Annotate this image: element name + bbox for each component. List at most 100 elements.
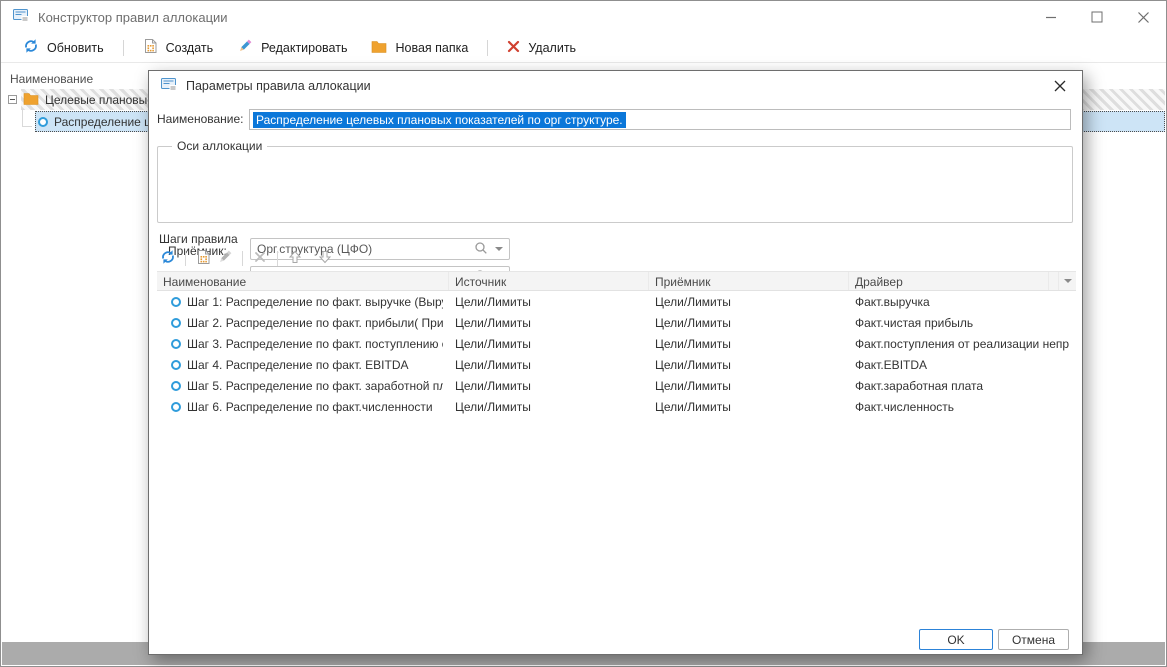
step-receiver: Цели/Лимиты	[649, 400, 849, 414]
name-input-selected-text: Распределение целевых плановых показател…	[253, 112, 626, 128]
folder-label: Целевые плановые п	[45, 93, 164, 107]
step-driver: Факт.поступления от реализации непр	[849, 337, 1076, 351]
table-row[interactable]: Шаг 5. Распределение по факт. заработной…	[157, 375, 1076, 396]
step-name: Шаг 3. Распределение по факт. поступлени…	[187, 337, 443, 351]
step-source: Цели/Лимиты	[449, 316, 649, 330]
step-circle-icon	[171, 297, 181, 307]
column-header-source[interactable]: Источник	[449, 272, 649, 290]
step-circle-icon	[171, 381, 181, 391]
steps-edit-button-disabled[interactable]	[214, 247, 236, 269]
steps-toolbar	[157, 247, 336, 269]
chevron-down-icon[interactable]	[495, 247, 503, 251]
steps-add-button[interactable]	[192, 247, 214, 269]
refresh-button[interactable]: Обновить	[11, 36, 116, 60]
ok-button[interactable]: OK	[919, 629, 993, 650]
arrow-down-icon	[317, 249, 333, 268]
column-header-driver[interactable]: Драйвер	[849, 272, 1049, 290]
maximize-button[interactable]	[1074, 1, 1120, 33]
step-name: Шаг 5. Распределение по факт. заработной…	[187, 379, 443, 393]
table-row[interactable]: Шаг 3. Распределение по факт. поступлени…	[157, 333, 1076, 354]
create-label: Создать	[166, 41, 214, 55]
window-title: Конструктор правил аллокации	[38, 10, 228, 25]
refresh-label: Обновить	[47, 41, 104, 55]
allocation-axes-group: Оси аллокации Приёмник: Орг.структура (Ц…	[157, 146, 1073, 223]
step-name: Шаг 1: Распределение по факт. выручке (В…	[187, 295, 443, 309]
refresh-icon	[160, 249, 176, 268]
steps-move-down-button[interactable]	[314, 247, 336, 269]
name-input[interactable]: Распределение целевых плановых показател…	[249, 109, 1071, 130]
step-name: Шаг 2. Распределение по факт. прибыли( П…	[187, 316, 443, 330]
steps-refresh-button[interactable]	[157, 247, 179, 269]
step-source: Цели/Лимиты	[449, 400, 649, 414]
cancel-button[interactable]: Отмена	[998, 629, 1069, 650]
table-row[interactable]: Шаг 2. Распределение по факт. прибыли( П…	[157, 312, 1076, 333]
dialog-window-icon	[161, 78, 177, 94]
step-receiver: Цели/Лимиты	[649, 379, 849, 393]
collapse-expander-icon[interactable]	[8, 95, 17, 104]
column-header-receiver[interactable]: Приёмник	[649, 272, 849, 290]
folder-icon	[371, 40, 387, 56]
steps-delete-button-disabled[interactable]	[249, 247, 271, 269]
table-row[interactable]: Шаг 4. Распределение по факт. EBITDA Цел…	[157, 354, 1076, 375]
close-button[interactable]	[1120, 1, 1166, 33]
dialog-close-icon[interactable]	[1050, 76, 1070, 96]
main-toolbar: Обновить Создать	[1, 33, 1166, 63]
arrow-up-icon	[287, 249, 303, 268]
steps-grid: Наименование Источник Приёмник Драйвер Ш…	[157, 271, 1076, 417]
column-header-spacer	[1049, 272, 1059, 290]
allocation-rule-dialog: Параметры правила аллокации Наименование…	[148, 70, 1083, 655]
new-document-icon	[143, 38, 158, 57]
create-button[interactable]: Создать	[131, 36, 226, 60]
magnifier-icon[interactable]	[474, 241, 488, 258]
step-circle-icon	[171, 360, 181, 370]
delete-x-icon	[507, 40, 520, 56]
step-source: Цели/Лимиты	[449, 358, 649, 372]
folder-icon	[23, 92, 39, 108]
toolbar-separator	[185, 251, 186, 266]
minimize-button[interactable]	[1028, 1, 1074, 33]
toolbar-separator	[487, 40, 488, 56]
step-circle-icon	[171, 339, 181, 349]
step-driver: Факт.EBITDA	[849, 358, 1076, 372]
step-circle-icon	[171, 318, 181, 328]
axes-group-label: Оси аллокации	[172, 139, 267, 153]
edit-button[interactable]: Редактировать	[225, 36, 359, 60]
new-folder-button[interactable]: Новая папка	[359, 36, 480, 60]
toolbar-separator	[277, 251, 278, 266]
delete-button[interactable]: Удалить	[495, 36, 588, 60]
step-driver: Факт.заработная плата	[849, 379, 1076, 393]
dialog-titlebar: Параметры правила аллокации	[149, 71, 1082, 101]
main-titlebar: Конструктор правил аллокации	[1, 1, 1166, 33]
step-driver: Факт.чистая прибыль	[849, 316, 1076, 330]
step-circle-icon	[171, 402, 181, 412]
pencil-icon	[237, 38, 253, 57]
column-header-name[interactable]: Наименование	[157, 272, 449, 290]
delete-label: Удалить	[528, 41, 576, 55]
table-row[interactable]: Шаг 1: Распределение по факт. выручке (В…	[157, 291, 1076, 312]
rule-circle-icon	[38, 117, 48, 127]
tree-elbow-line	[22, 109, 32, 127]
step-receiver: Цели/Лимиты	[649, 316, 849, 330]
step-source: Цели/Лимиты	[449, 295, 649, 309]
step-source: Цели/Лимиты	[449, 379, 649, 393]
name-field-label: Наименование:	[157, 112, 244, 126]
steps-grid-header: Наименование Источник Приёмник Драйвер	[157, 271, 1076, 291]
step-driver: Факт.численность	[849, 400, 1076, 414]
pencil-icon	[217, 249, 233, 268]
triangle-down-icon	[1064, 279, 1072, 283]
dialog-title: Параметры правила аллокации	[186, 79, 371, 93]
steps-move-up-button[interactable]	[284, 247, 306, 269]
step-receiver: Цели/Лимиты	[649, 295, 849, 309]
toolbar-separator	[242, 251, 243, 266]
new-document-icon	[196, 249, 211, 268]
edit-label: Редактировать	[261, 41, 347, 55]
app-window-icon	[13, 9, 29, 25]
step-driver: Факт.выручка	[849, 295, 1076, 309]
refresh-icon	[23, 38, 39, 57]
step-receiver: Цели/Лимиты	[649, 358, 849, 372]
table-row[interactable]: Шаг 6. Распределение по факт.численности…	[157, 396, 1076, 417]
step-name: Шаг 4. Распределение по факт. EBITDA	[187, 358, 409, 372]
column-chooser-button[interactable]	[1059, 272, 1076, 290]
ok-button-label: OK	[947, 633, 964, 647]
rule-steps-label: Шаги правила	[159, 232, 238, 246]
